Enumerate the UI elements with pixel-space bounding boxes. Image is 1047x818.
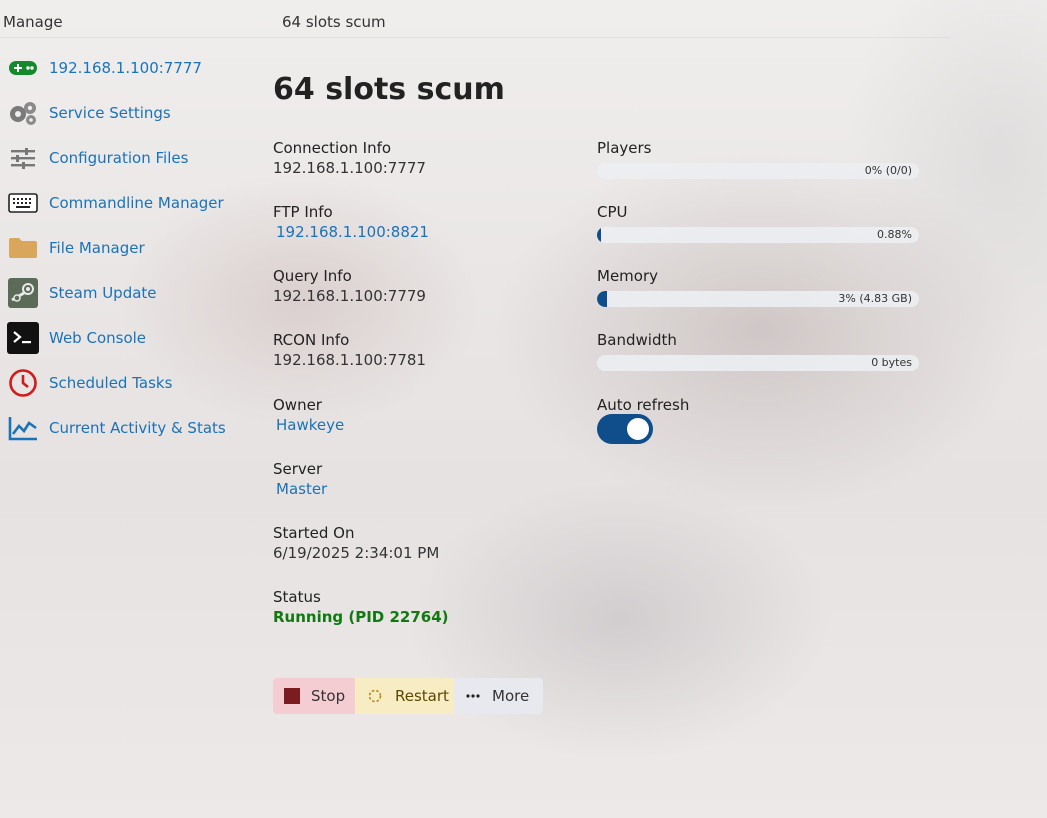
breadcrumb[interactable]: 64 slots scum [282,13,386,31]
memory-bar-text: 3% (4.83 GB) [838,292,912,305]
ftp-info: FTP Info 192.168.1.100:8821 [273,203,573,241]
sliders-icon [7,142,39,174]
sidebar-item-label: Scheduled Tasks [49,374,173,392]
restart-label: Restart [395,687,449,705]
top-bar: Manage 64 slots scum [0,0,1047,38]
sidebar-item-label: 192.168.1.100:7777 [49,59,202,77]
sidebar-item-web-console[interactable]: Web Console [0,318,240,358]
started-info: Started On 6/19/2025 2:34:01 PM [273,524,573,562]
connection-value: 192.168.1.100:7777 [273,159,426,177]
sidebar-item-label: File Manager [49,239,145,257]
sidebar-item-configuration-files[interactable]: Configuration Files [0,138,240,178]
bandwidth-metric: Bandwidth 0 bytes [597,331,919,371]
sidebar-item-label: Steam Update [49,284,157,302]
metric-label: CPU [597,203,628,221]
players-metric: Players 0% (0/0) [597,139,919,179]
stop-icon [284,688,300,704]
bandwidth-progress-bar: 0 bytes [597,355,919,371]
metric-label: Bandwidth [597,331,677,349]
sidebar-item-label: Current Activity & Stats [49,419,226,437]
field-label: Owner [273,396,322,414]
rcon-info: RCON Info 192.168.1.100:7781 [273,331,573,369]
sidebar-item-connection[interactable]: 192.168.1.100:7777 [0,48,240,88]
sidebar-item-steam-update[interactable]: Steam Update [0,273,240,313]
action-button-group: Stop Restart More [273,678,543,714]
more-button[interactable]: More [454,678,543,714]
restart-icon [367,688,383,704]
rcon-value: 192.168.1.100:7781 [273,351,426,369]
sidebar-item-label: Commandline Manager [49,194,224,212]
field-label: Started On [273,524,355,542]
more-label: More [492,687,530,705]
gears-icon [7,97,39,129]
sidebar-item-label: Web Console [49,329,147,347]
field-label: Connection Info [273,139,392,157]
metric-label: Memory [597,267,659,285]
sidebar-item-service-settings[interactable]: Service Settings [0,93,240,133]
bandwidth-bar-text: 0 bytes [871,356,912,369]
stop-label: Stop [311,687,346,705]
auto-refresh-toggle[interactable] [597,414,653,444]
metric-label: Players [597,139,652,157]
status-value: Running (PID 22764) [273,608,449,626]
more-icon [466,694,480,698]
query-value: 192.168.1.100:7779 [273,287,426,305]
auto-refresh-label: Auto refresh [597,396,690,414]
folder-icon [7,232,39,264]
section-title: Manage [3,13,63,31]
sidebar-item-commandline-manager[interactable]: Commandline Manager [0,183,240,223]
memory-progress-bar: 3% (4.83 GB) [597,291,919,307]
page-title: 64 slots scum [273,72,505,107]
stop-button[interactable]: Stop [273,678,355,714]
ftp-link[interactable]: 192.168.1.100:8821 [273,223,573,241]
sidebar-item-label: Configuration Files [49,149,189,167]
clock-icon [7,367,39,399]
keyboard-icon [7,187,39,219]
cpu-bar-text: 0.88% [877,228,912,241]
chart-icon [7,412,39,444]
players-progress-bar: 0% (0/0) [597,163,919,179]
server-link[interactable]: Master [273,480,573,498]
status-info: Status Running (PID 22764) [273,588,573,626]
field-label: Query Info [273,267,352,285]
cpu-metric: CPU 0.88% [597,203,919,243]
owner-info: Owner Hawkeye [273,396,573,434]
owner-link[interactable]: Hawkeye [273,416,573,434]
query-info: Query Info 192.168.1.100:7779 [273,267,573,305]
field-label: Status [273,588,321,606]
divider [0,37,950,38]
sidebar-item-scheduled-tasks[interactable]: Scheduled Tasks [0,363,240,403]
restart-button[interactable]: Restart [355,678,454,714]
field-label: Server [273,460,323,478]
players-bar-text: 0% (0/0) [864,164,912,177]
sidebar-item-activity-stats[interactable]: Current Activity & Stats [0,408,240,448]
cpu-progress-bar: 0.88% [597,227,919,243]
terminal-icon [7,322,39,354]
auto-refresh: Auto refresh [597,396,919,414]
sidebar-item-label: Service Settings [49,104,171,122]
cpu-bar-fill [597,227,601,243]
field-label: RCON Info [273,331,350,349]
toggle-knob [627,418,649,440]
gamepad-icon [7,52,39,84]
memory-metric: Memory 3% (4.83 GB) [597,267,919,307]
started-value: 6/19/2025 2:34:01 PM [273,544,440,562]
memory-bar-fill [597,291,607,307]
field-label: FTP Info [273,203,333,221]
server-info: Server Master [273,460,573,498]
steam-icon [7,277,39,309]
sidebar-item-file-manager[interactable]: File Manager [0,228,240,268]
connection-info: Connection Info 192.168.1.100:7777 [273,139,573,177]
